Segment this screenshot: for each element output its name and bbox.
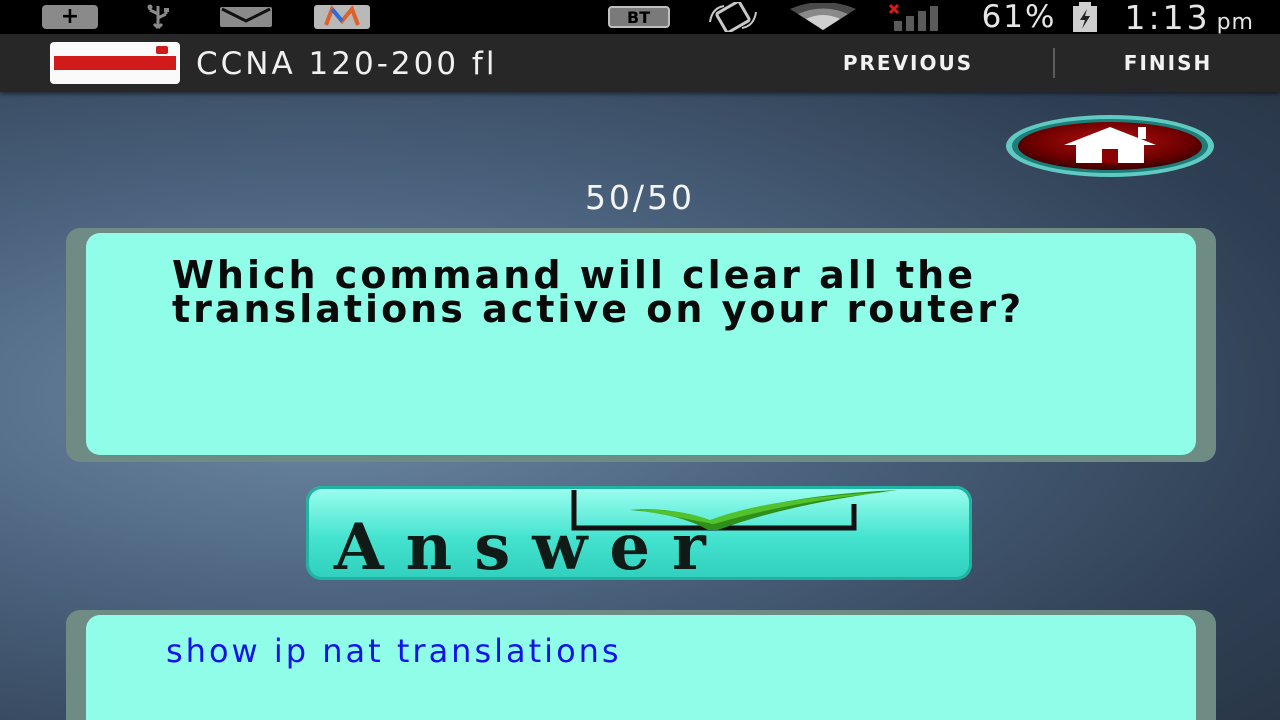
app-logo-mark xyxy=(156,46,168,54)
signal-icon xyxy=(888,3,952,31)
status-bar: + BT 61% 1:13 pm xyxy=(0,0,1280,37)
action-divider xyxy=(1053,48,1055,78)
previous-button[interactable]: PREVIOUS xyxy=(780,42,1036,84)
home-icon xyxy=(1006,115,1214,177)
clock-time: 1:13 xyxy=(1124,0,1211,37)
app-title: CCNA 120-200 fl xyxy=(196,46,498,82)
question-counter: 50/50 xyxy=(584,178,696,217)
app-logo-icon[interactable] xyxy=(50,42,180,84)
rotate-icon xyxy=(706,2,760,32)
wifi-icon xyxy=(788,3,858,31)
question-text: Which command will clear all the transla… xyxy=(172,253,1025,331)
gmail-icon xyxy=(218,5,274,29)
clock-suffix: pm xyxy=(1216,9,1254,35)
m-app-icon xyxy=(312,4,372,30)
battery-charging-icon xyxy=(1068,2,1102,32)
answer-button-label: Answer xyxy=(334,510,728,580)
answer-text: show ip nat translations xyxy=(166,632,622,670)
plus-icon: + xyxy=(42,5,98,29)
battery-percent: 61% xyxy=(981,0,1057,35)
action-bar: CCNA 120-200 fl PREVIOUS FINISH xyxy=(0,34,1280,92)
home-button[interactable] xyxy=(1004,113,1216,179)
app-logo-band xyxy=(54,56,176,70)
finish-button[interactable]: FINISH xyxy=(1070,42,1266,84)
bt-icon: BT xyxy=(607,6,670,28)
status-notification-icons: + xyxy=(42,4,372,30)
clock: 1:13 pm xyxy=(1124,0,1254,37)
status-system-icons: BT 61% 1:13 pm xyxy=(607,0,1254,37)
usb-icon xyxy=(138,4,178,30)
answer-button[interactable]: Answer xyxy=(306,486,972,580)
